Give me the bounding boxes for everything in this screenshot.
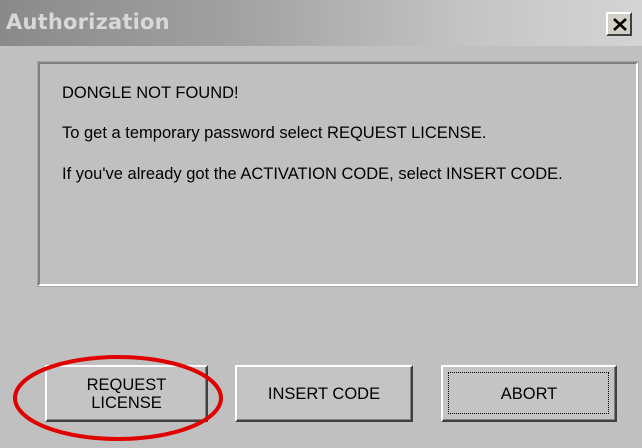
message-dongle-not-found: DONGLE NOT FOUND!	[62, 84, 239, 102]
title-bar[interactable]: Authorization	[0, 0, 642, 46]
close-icon	[613, 18, 627, 31]
message-request-license-hint: To get a temporary password select REQUE…	[62, 124, 487, 142]
abort-label: ABORT	[500, 384, 558, 403]
insert-code-label: INSERT CODE	[267, 384, 381, 403]
request-license-label: REQUEST LICENSE	[86, 375, 167, 412]
close-button[interactable]	[606, 12, 632, 36]
window-title: Authorization	[6, 10, 170, 34]
authorization-dialog: Authorization DONGLE NOT FOUND! To get a…	[0, 0, 642, 448]
message-insert-code-hint: If you've already got the ACTIVATION COD…	[62, 165, 563, 183]
insert-code-button[interactable]: INSERT CODE	[235, 365, 413, 422]
request-license-button[interactable]: REQUEST LICENSE	[45, 365, 208, 422]
abort-button[interactable]: ABORT	[441, 365, 617, 422]
